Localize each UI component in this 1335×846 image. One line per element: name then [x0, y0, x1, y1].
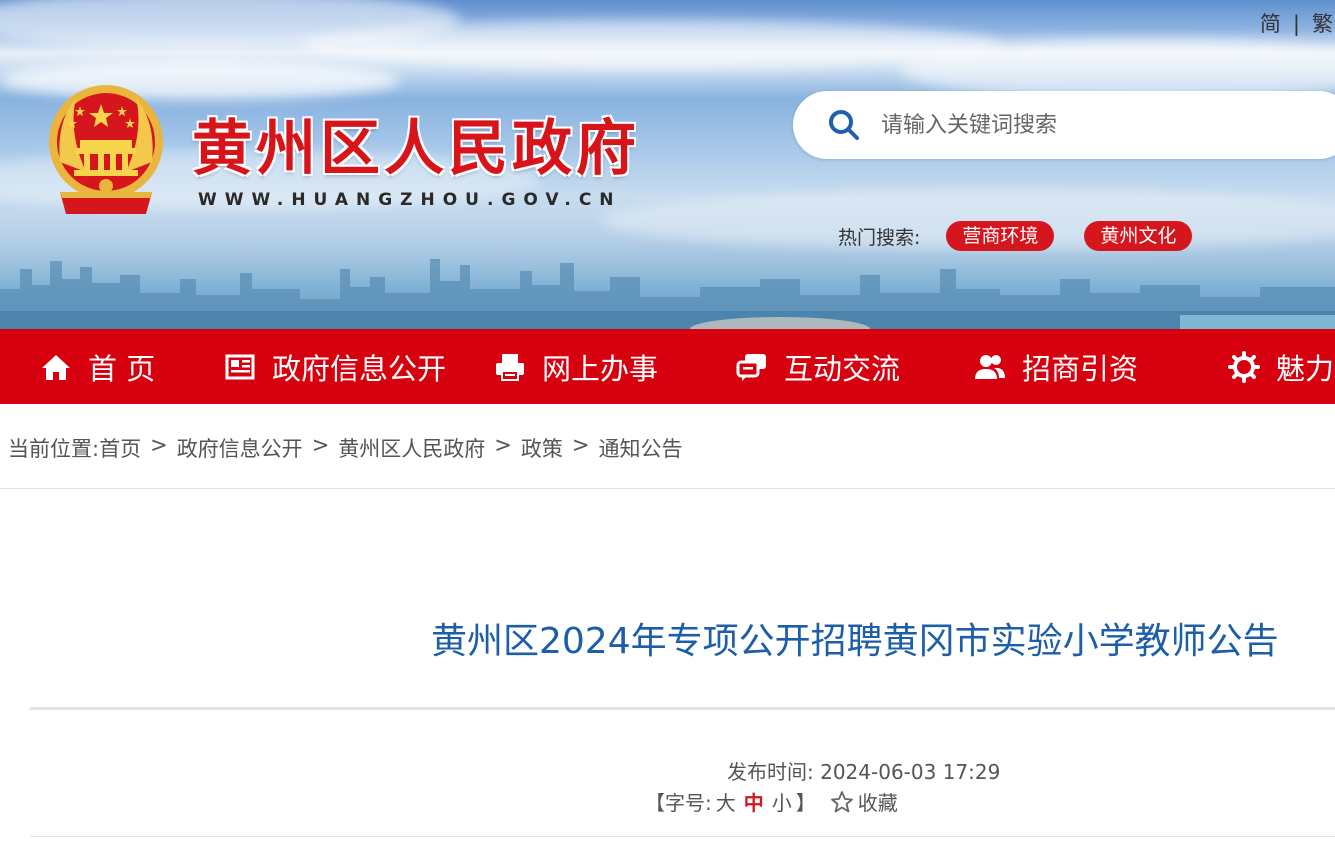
font-size-large-button[interactable]: 大 — [716, 787, 736, 816]
main-nav: 首 页 政府信息公开 网上办事 互动交流 招商引资 魅力 — [0, 329, 1335, 404]
breadcrumb-separator: > — [494, 433, 512, 457]
search-box — [793, 91, 1335, 159]
breadcrumb-item[interactable]: 政策 — [521, 433, 563, 463]
search-icon[interactable] — [827, 108, 861, 142]
hot-search-label: 热门搜索: — [838, 226, 921, 249]
nav-item-charm[interactable]: 魅力 — [1228, 329, 1334, 404]
chat-icon — [736, 353, 766, 381]
nav-item-label: 网上办事 — [542, 351, 659, 386]
font-size-label: 【字号: — [645, 791, 712, 815]
lang-separator: | — [1292, 12, 1302, 36]
newspaper-icon — [225, 354, 255, 379]
font-size-medium-button[interactable]: 中 — [744, 787, 764, 816]
divider — [0, 488, 1335, 489]
gear-icon — [1228, 350, 1260, 383]
favorite-button[interactable]: 收藏 — [858, 787, 898, 816]
users-icon — [975, 354, 1005, 379]
breadcrumb-item[interactable]: 首页 — [99, 433, 141, 463]
breadcrumb-separator: > — [311, 433, 330, 457]
nav-item-home[interactable]: 首 页 — [40, 329, 155, 404]
nav-item-investment[interactable]: 招商引资 — [974, 329, 1138, 404]
star-icon[interactable] — [830, 790, 854, 814]
language-switcher: 简 | 繁 — [1260, 8, 1335, 38]
site-url: WWW.HUANGZHOU.GOV.CN — [198, 190, 622, 210]
nav-item-label: 政府信息公开 — [272, 351, 447, 386]
article-title: 黄州区2024年专项公开招聘黄冈市实验小学教师公告 — [431, 621, 1279, 662]
breadcrumb-separator: > — [150, 433, 168, 457]
breadcrumb-item[interactable]: 通知公告 — [599, 433, 683, 463]
search-input[interactable] — [881, 112, 1281, 138]
nav-item-label: 魅力 — [1276, 351, 1335, 386]
font-size-end: 】 — [795, 791, 816, 815]
lang-simplified-link[interactable]: 简 — [1260, 12, 1283, 36]
article-tools: 【字号: 大 中 小 】 收藏 — [645, 787, 898, 816]
site-title[interactable]: 黄州区人民政府 — [192, 100, 640, 187]
nav-item-label: 招商引资 — [1022, 351, 1139, 386]
nav-item-gov-info[interactable]: 政府信息公开 — [224, 329, 446, 404]
nav-item-label: 首 页 — [88, 351, 156, 386]
publish-time: 2024-06-03 17:29 — [820, 760, 1001, 784]
breadcrumb-prefix: 当前位置: — [8, 437, 100, 461]
breadcrumb: 当前位置: 首页 > 政府信息公开 > 黄州区人民政府 > 政策 > 通知公告 — [8, 433, 683, 463]
nav-item-interaction[interactable]: 互动交流 — [736, 329, 900, 404]
nav-item-online-services[interactable]: 网上办事 — [494, 329, 658, 404]
breadcrumb-separator: > — [571, 433, 590, 457]
publish-info: 发布时间: 2024-06-03 17:29 — [727, 756, 1000, 785]
publish-label: 发布时间: — [727, 760, 814, 784]
national-emblem-icon[interactable] — [46, 82, 166, 216]
nav-item-label: 互动交流 — [784, 351, 901, 386]
font-size-small-button[interactable]: 小 — [772, 787, 792, 816]
lang-traditional-link[interactable]: 繁 — [1312, 12, 1335, 36]
divider — [30, 707, 1335, 710]
header-banner: 简 | 繁 黄州区人民政府 WWW.HUANGZHOU.GOV.CN 热门搜索: 营… — [0, 0, 1335, 329]
printer-icon — [496, 353, 524, 381]
home-icon — [42, 354, 70, 380]
hot-search: 热门搜索: 营商环境 黄州文化 — [838, 221, 1222, 251]
breadcrumb-item[interactable]: 黄州区人民政府 — [338, 433, 485, 463]
hot-tag-huangzhou-culture[interactable]: 黄州文化 — [1084, 221, 1193, 251]
city-skyline — [0, 259, 1335, 329]
divider — [30, 836, 1335, 837]
hot-tag-business-environment[interactable]: 营商环境 — [946, 221, 1055, 251]
cloud — [300, 20, 1000, 70]
breadcrumb-item[interactable]: 政府信息公开 — [177, 433, 303, 463]
